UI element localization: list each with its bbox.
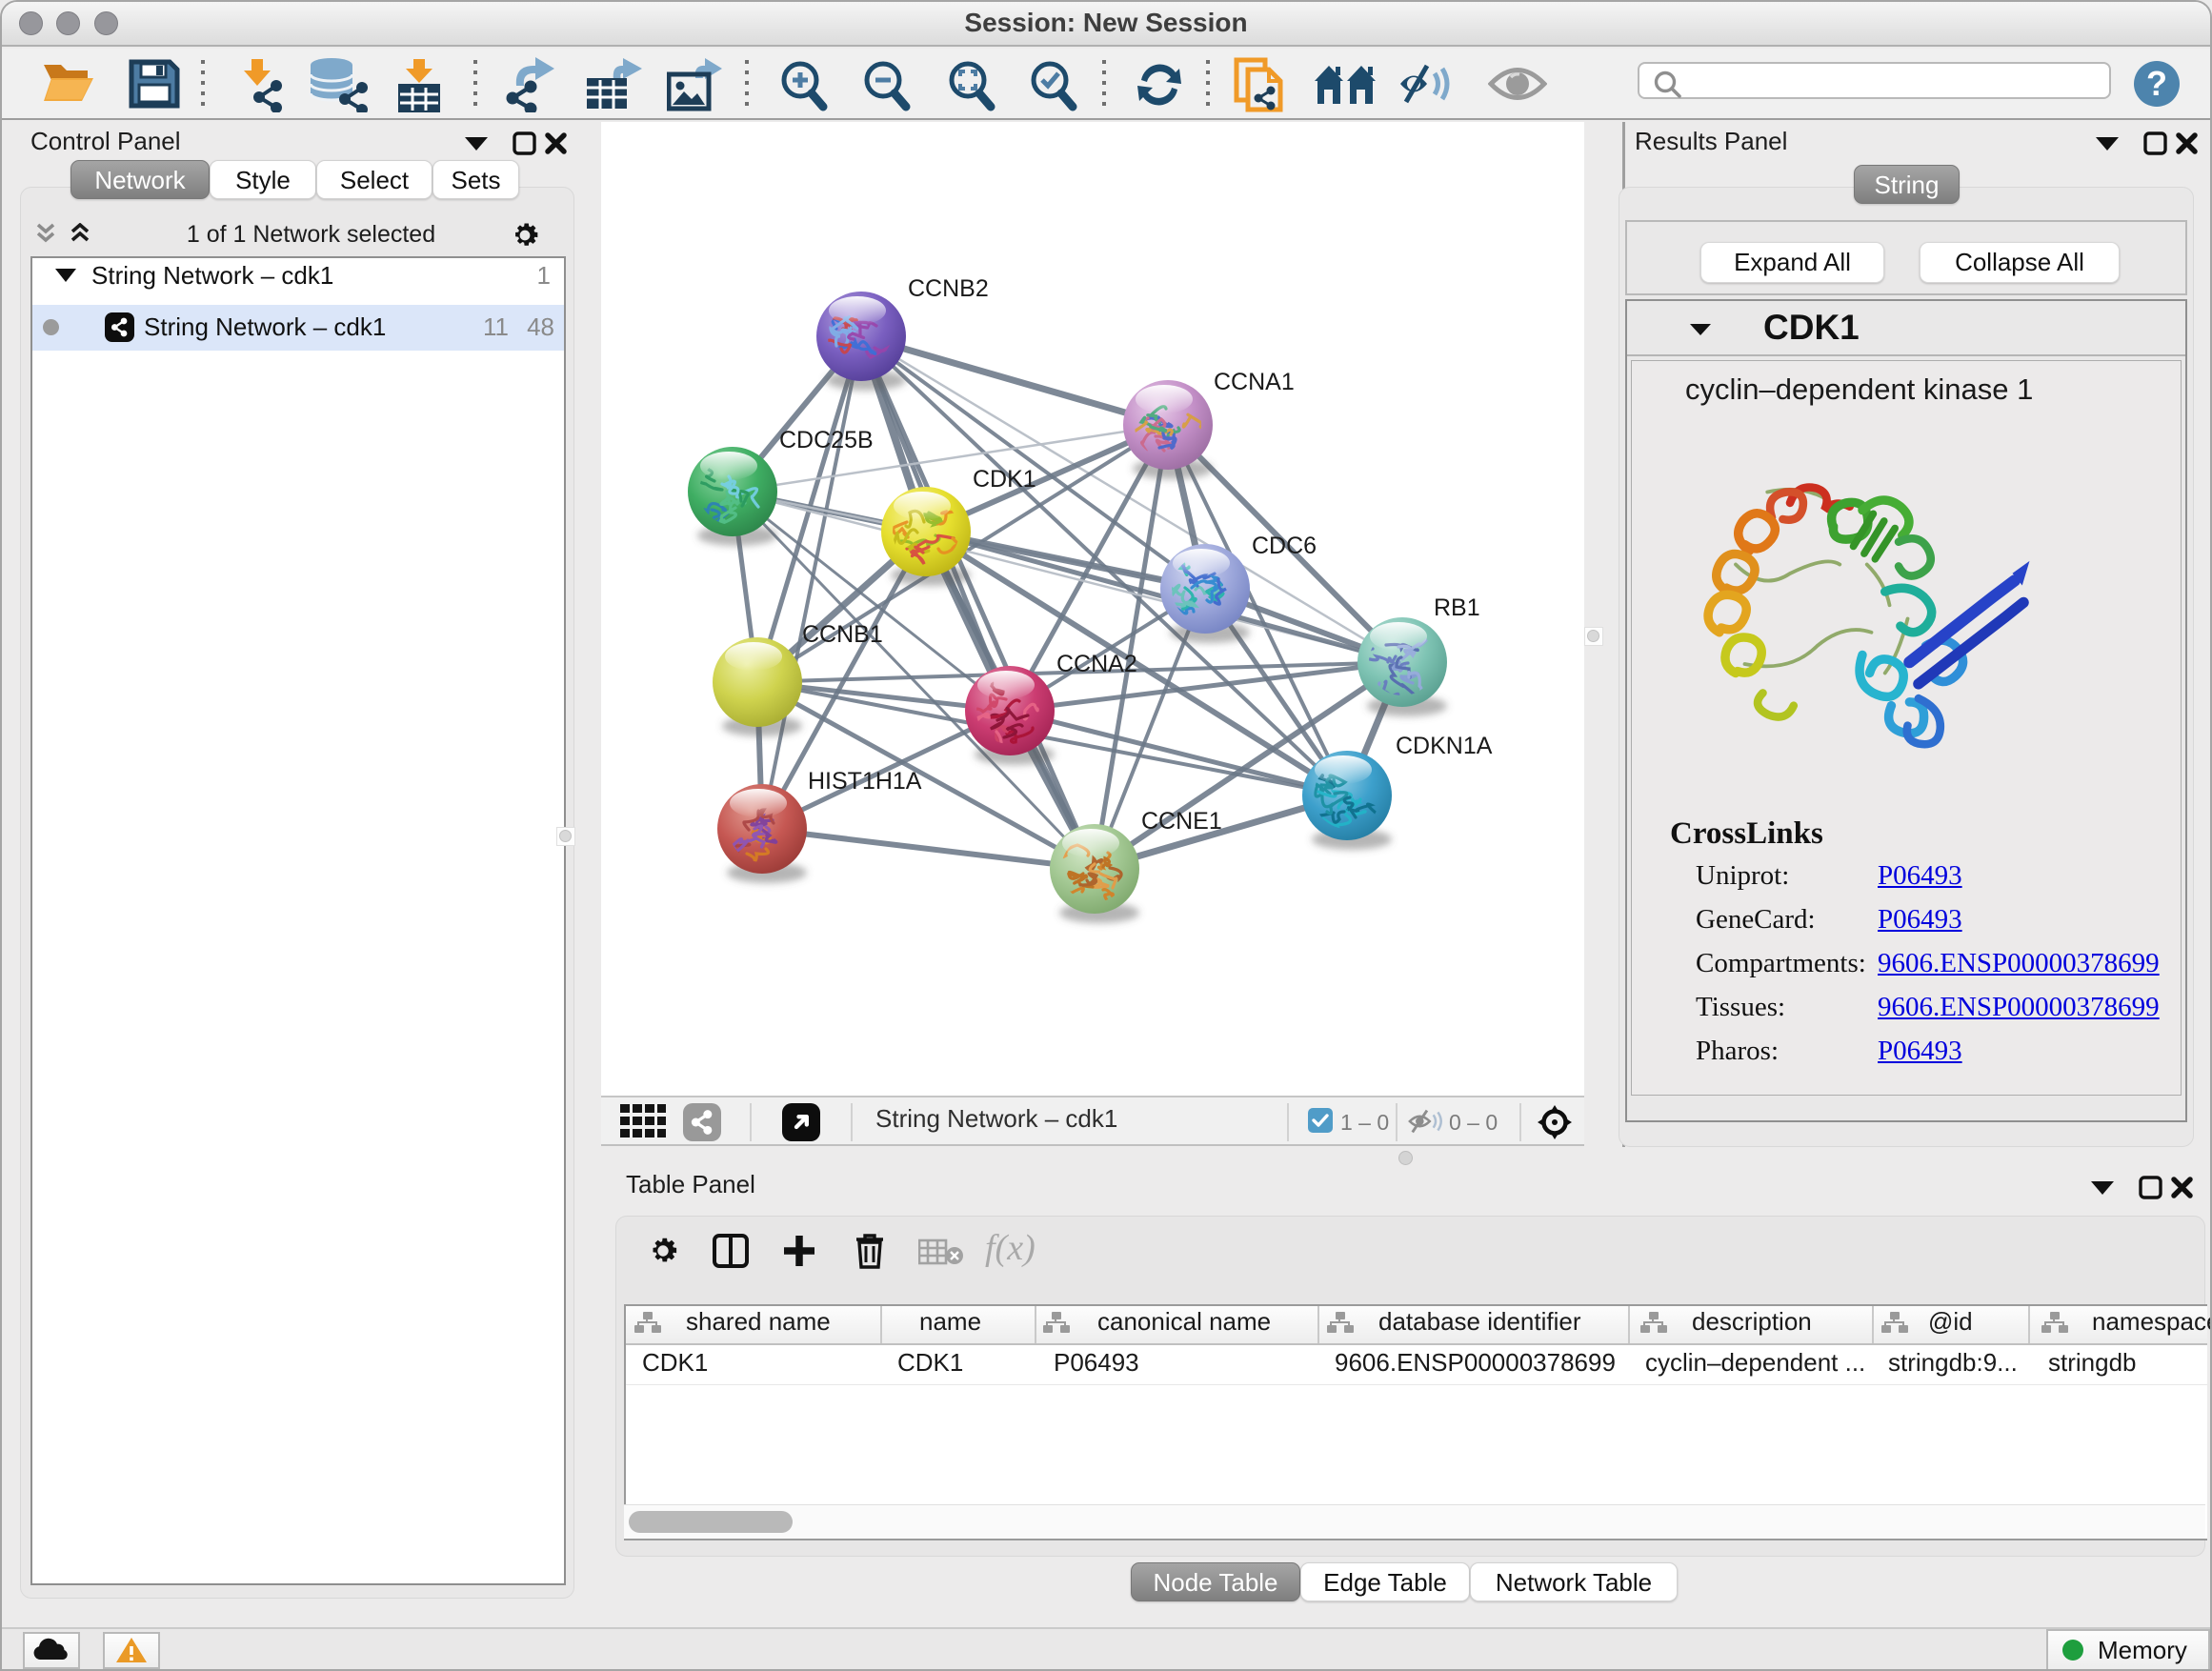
svg-text:CCNE1: CCNE1 [1141, 808, 1222, 835]
svg-text:CCNB2: CCNB2 [908, 275, 989, 302]
svg-text:CDK1: CDK1 [973, 466, 1036, 493]
svg-text:CDC6: CDC6 [1252, 533, 1317, 559]
svg-text:?: ? [2146, 64, 2167, 103]
svg-text:CCNA2: CCNA2 [1056, 651, 1137, 677]
svg-text:CCNA1: CCNA1 [1214, 369, 1295, 395]
svg-text:RB1: RB1 [1434, 594, 1480, 621]
svg-text:CDC25B: CDC25B [779, 427, 874, 453]
svg-text:CCNB1: CCNB1 [802, 621, 883, 648]
svg-text:CDKN1A: CDKN1A [1396, 733, 1493, 759]
svg-text:HIST1H1A: HIST1H1A [808, 768, 922, 795]
